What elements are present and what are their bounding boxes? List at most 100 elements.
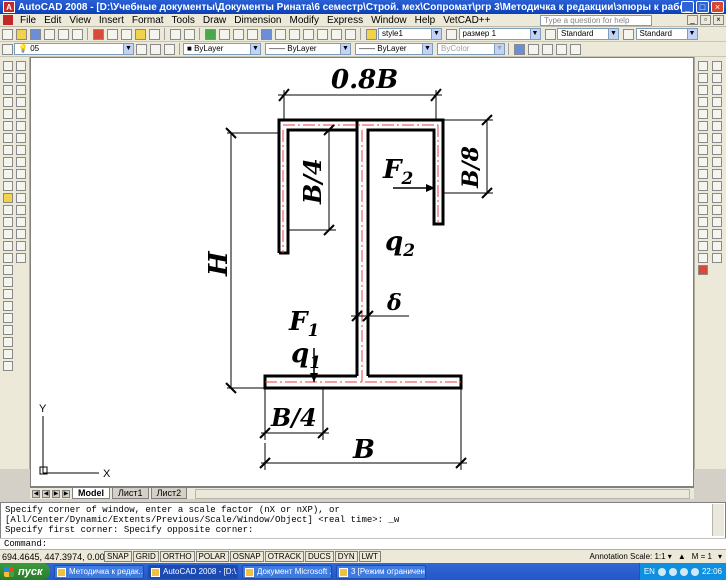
- break-at-point-icon[interactable]: [16, 193, 26, 203]
- break-icon[interactable]: [16, 205, 26, 215]
- menu-dimension[interactable]: Dimension: [230, 15, 285, 26]
- dim-style-right-icon[interactable]: [698, 265, 708, 275]
- cut-icon[interactable]: [92, 28, 104, 40]
- multiline-text-icon[interactable]: [3, 277, 13, 287]
- baseline-icon[interactable]: [698, 169, 708, 179]
- fillet-icon[interactable]: [16, 241, 26, 251]
- scale-icon[interactable]: [16, 145, 26, 155]
- close-button[interactable]: ×: [711, 1, 724, 13]
- pan-icon[interactable]: [204, 28, 216, 40]
- angular-icon[interactable]: [698, 145, 708, 155]
- command-input[interactable]: Command:: [0, 538, 726, 549]
- ellipse-arc-icon[interactable]: [3, 181, 13, 191]
- move-icon[interactable]: [16, 121, 26, 131]
- command-scrollbar[interactable]: [712, 504, 724, 536]
- arc-icon[interactable]: [3, 121, 13, 131]
- viewport-clip-icon[interactable]: [555, 43, 567, 55]
- tab-layout2[interactable]: Лист2: [150, 488, 188, 499]
- table-style-icon[interactable]: [544, 28, 556, 40]
- viewport-single-icon[interactable]: [527, 43, 539, 55]
- annotation-scale-select[interactable]: Annotation Scale: 1:1 ▾: [590, 552, 672, 561]
- snap-apparent-icon[interactable]: [712, 121, 722, 131]
- markup-icon[interactable]: [316, 28, 328, 40]
- menu-view[interactable]: View: [65, 15, 95, 26]
- tab-last-icon[interactable]: ▶: [62, 489, 70, 498]
- line-icon[interactable]: [3, 61, 13, 71]
- maximize-button[interactable]: □: [696, 1, 709, 13]
- dyn-toggle[interactable]: DYN: [334, 551, 358, 562]
- construction-line-icon[interactable]: [3, 73, 13, 83]
- menu-modify[interactable]: Modify: [286, 15, 323, 26]
- jogged-icon[interactable]: [698, 121, 708, 131]
- tray-icon[interactable]: [668, 567, 677, 576]
- dim-update-icon[interactable]: [698, 253, 708, 263]
- match-properties-icon[interactable]: [134, 28, 146, 40]
- zoom-realtime-icon[interactable]: [218, 28, 230, 40]
- layer-select[interactable]: 💡 05 ▼: [14, 43, 134, 55]
- diameter-icon[interactable]: [698, 133, 708, 143]
- drawing-canvas[interactable]: 0.8B H B/4 B/8 F2 q2 δ F1 q1 B/4 B Y X: [30, 57, 694, 487]
- dim-style-select[interactable]: размер 1 ▼: [458, 28, 541, 40]
- rectangle-icon[interactable]: [3, 109, 13, 119]
- grid-toggle[interactable]: GRID: [132, 551, 159, 562]
- viewport-poly-icon[interactable]: [541, 43, 553, 55]
- lineweight-select[interactable]: —— ByLayer ▼: [355, 43, 433, 55]
- properties-icon[interactable]: [260, 28, 272, 40]
- viewport-scale-icon[interactable]: [569, 43, 581, 55]
- text-style-select[interactable]: style1 ▼: [378, 28, 442, 40]
- snap-tangent-icon[interactable]: [712, 169, 722, 179]
- sheet-set-icon[interactable]: [302, 28, 314, 40]
- spline-icon[interactable]: [3, 157, 13, 167]
- menu-express[interactable]: Express: [323, 15, 367, 26]
- make-current-layer-icon[interactable]: [135, 43, 147, 55]
- menu-window[interactable]: Window: [367, 15, 411, 26]
- layer-previous-icon[interactable]: [149, 43, 161, 55]
- extend-icon[interactable]: [16, 181, 26, 191]
- snap-extension-icon[interactable]: [712, 133, 722, 143]
- stretch-icon[interactable]: [16, 157, 26, 167]
- quick-dim-icon[interactable]: [698, 157, 708, 167]
- lwt-toggle[interactable]: LWT: [358, 551, 381, 562]
- text-style-left-icon[interactable]: [3, 361, 13, 371]
- tab-layout1[interactable]: Лист1: [112, 488, 149, 499]
- trim-icon[interactable]: [16, 169, 26, 179]
- snap-node-icon[interactable]: [712, 217, 722, 227]
- linear-dim-icon[interactable]: [698, 61, 708, 71]
- undo-icon[interactable]: [169, 28, 181, 40]
- redo-icon[interactable]: [183, 28, 195, 40]
- horizontal-scrollbar[interactable]: [195, 488, 690, 499]
- polyline-icon[interactable]: [3, 85, 13, 95]
- array-icon[interactable]: [16, 109, 26, 119]
- menu-format[interactable]: Format: [128, 15, 168, 26]
- snap-endpoint-icon[interactable]: [712, 85, 722, 95]
- coordinates-readout[interactable]: 694.4645, 447.3974, 0.0000: [0, 552, 115, 562]
- task-autocad[interactable]: AutoCAD 2008 - [D:\...: [148, 564, 238, 579]
- tray-icon[interactable]: [657, 567, 666, 576]
- language-indicator[interactable]: EN: [644, 567, 655, 576]
- table-icon[interactable]: [3, 265, 13, 275]
- polar-toggle[interactable]: POLAR: [195, 551, 229, 562]
- snap-center-icon[interactable]: [712, 145, 722, 155]
- tab-prev-icon[interactable]: ◀: [42, 489, 50, 498]
- otrack-toggle[interactable]: OTRACK: [264, 551, 305, 562]
- doc-restore-button[interactable]: ▫: [700, 15, 711, 25]
- minimize-button[interactable]: _: [681, 1, 694, 13]
- menu-vetcad[interactable]: VetCAD++: [439, 15, 494, 26]
- continue-icon[interactable]: [698, 181, 708, 191]
- snap-temp-icon[interactable]: [712, 61, 722, 71]
- arc-length-icon[interactable]: [698, 85, 708, 95]
- annotation-visibility-icon[interactable]: ▲: [678, 552, 686, 561]
- block-editor-icon[interactable]: [148, 28, 160, 40]
- publish-icon[interactable]: [71, 28, 83, 40]
- join-icon[interactable]: [16, 217, 26, 227]
- task-restricted-mode[interactable]: 3 [Режим ограничен...: [336, 564, 426, 579]
- copy-icon[interactable]: [106, 28, 118, 40]
- help-icon[interactable]: [344, 28, 356, 40]
- explode-icon[interactable]: [16, 253, 26, 263]
- multileader-style-select[interactable]: Standard ▼: [635, 28, 698, 40]
- snap-perpendicular-icon[interactable]: [712, 181, 722, 191]
- doc-minimize-button[interactable]: _: [687, 15, 698, 25]
- menu-tools[interactable]: Tools: [168, 15, 199, 26]
- center-mark-icon[interactable]: [698, 217, 708, 227]
- hatch-icon[interactable]: [3, 229, 13, 239]
